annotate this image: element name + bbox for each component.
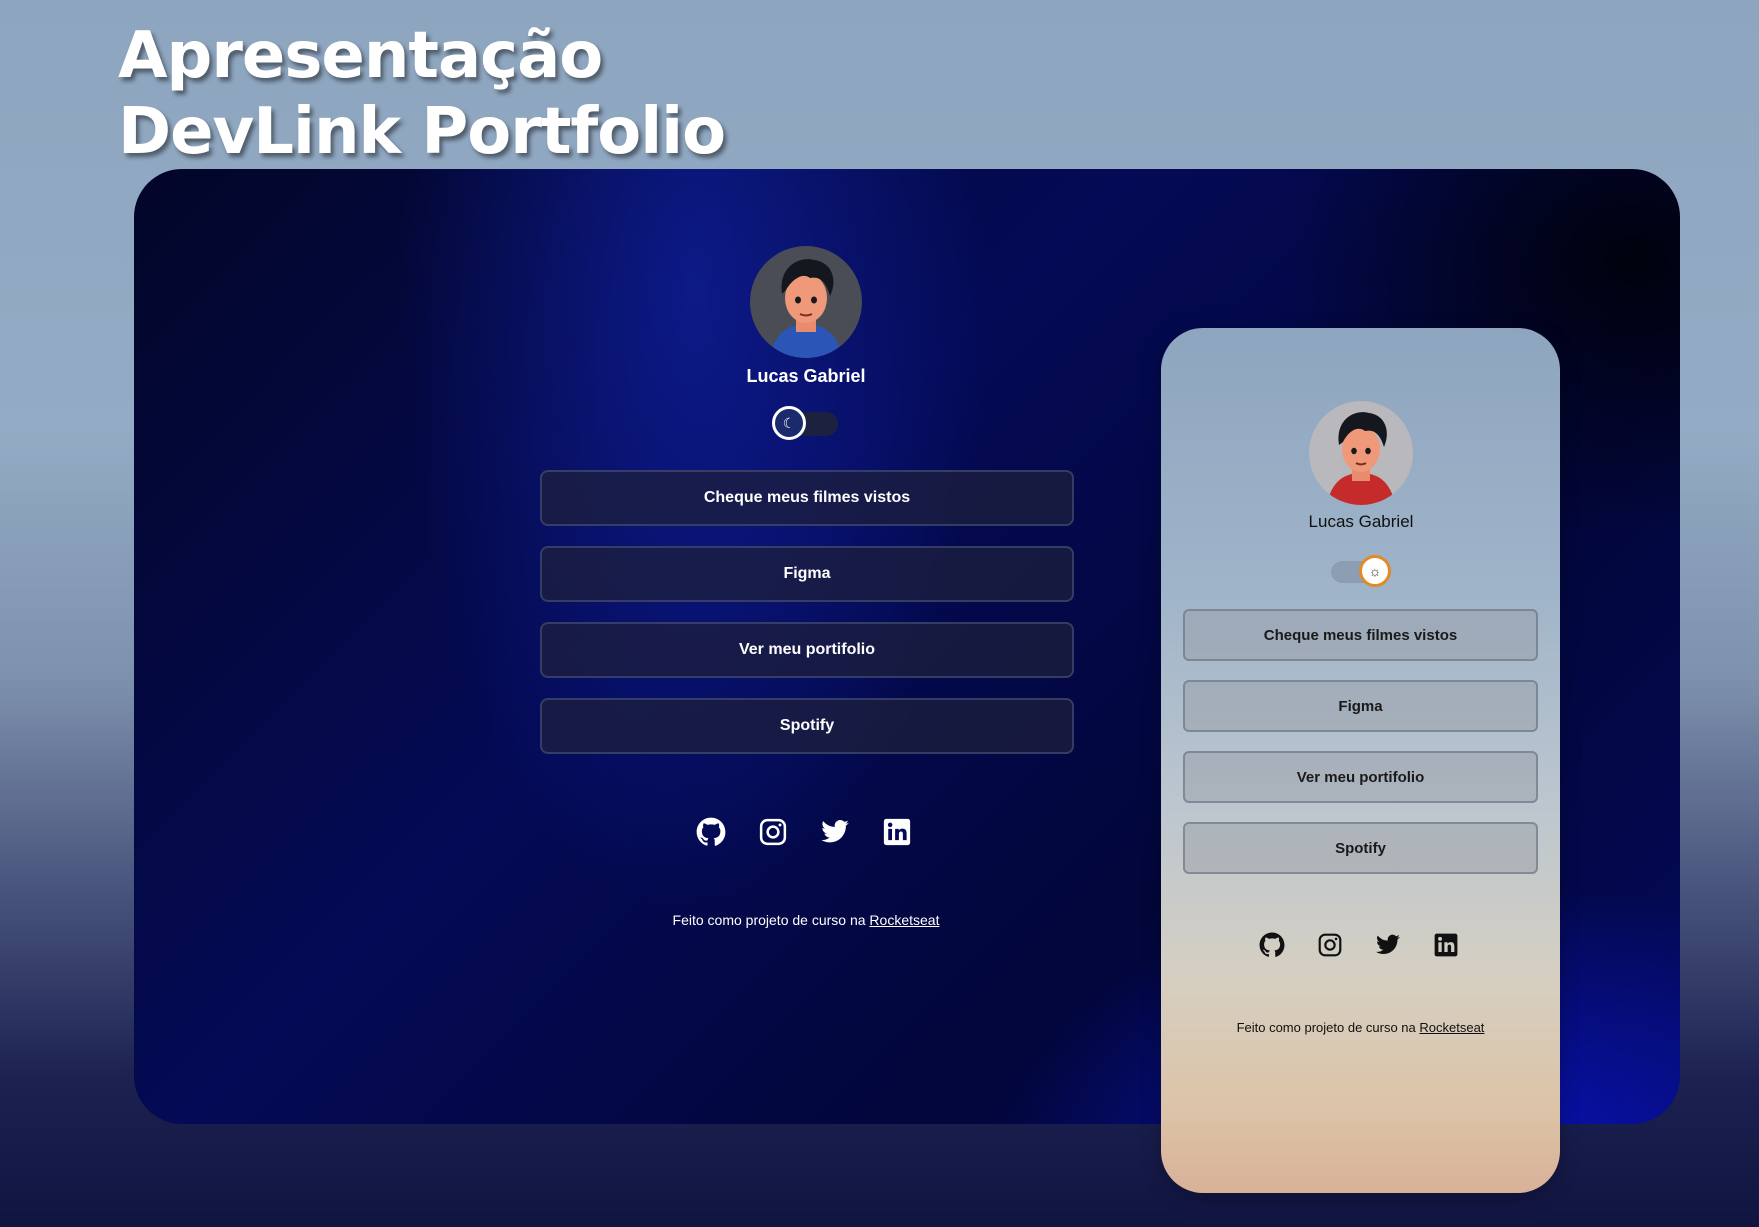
- social-links: [1259, 932, 1459, 958]
- avatar: [1309, 401, 1413, 505]
- profile-name: Lucas Gabriel: [1308, 512, 1414, 531]
- link-button-portifolio[interactable]: Ver meu portifolio: [1183, 751, 1538, 803]
- github-icon[interactable]: [1259, 932, 1285, 958]
- link-button-spotify[interactable]: Spotify: [540, 698, 1074, 754]
- link-button-spotify[interactable]: Spotify: [1183, 822, 1538, 874]
- avatar: [750, 246, 862, 358]
- link-button-filmes[interactable]: Cheque meus filmes vistos: [540, 470, 1074, 526]
- twitter-icon[interactable]: [1375, 932, 1401, 958]
- twitter-icon[interactable]: [820, 817, 850, 847]
- links-list: Cheque meus filmes vistos Figma Ver meu …: [1183, 609, 1538, 893]
- footer-text: Feito como projeto de curso na: [672, 912, 870, 928]
- social-links: [696, 817, 912, 847]
- links-list: Cheque meus filmes vistos Figma Ver meu …: [540, 470, 1074, 774]
- heading-line-1: Apresentação: [118, 19, 603, 93]
- footer: Feito como projeto de curso na Rocketsea…: [556, 912, 1056, 928]
- link-button-figma[interactable]: Figma: [1183, 680, 1538, 732]
- instagram-icon[interactable]: [1317, 932, 1343, 958]
- github-icon[interactable]: [696, 817, 726, 847]
- rocketseat-link[interactable]: Rocketseat: [869, 912, 939, 928]
- sun-icon[interactable]: ☼: [1359, 555, 1391, 587]
- link-button-filmes[interactable]: Cheque meus filmes vistos: [1183, 609, 1538, 661]
- rocketseat-link[interactable]: Rocketseat: [1419, 1020, 1484, 1035]
- link-button-portifolio[interactable]: Ver meu portifolio: [540, 622, 1074, 678]
- mobile-preview: Lucas Gabriel ☼ Cheque meus filmes visto…: [1161, 328, 1560, 1193]
- instagram-icon[interactable]: [758, 817, 788, 847]
- heading-line-2: DevLink Portfolio: [118, 95, 726, 169]
- link-button-figma[interactable]: Figma: [540, 546, 1074, 602]
- profile-name: Lucas Gabriel: [746, 366, 866, 386]
- linkedin-icon[interactable]: [882, 817, 912, 847]
- footer-text: Feito como projeto de curso na: [1236, 1020, 1420, 1035]
- moon-icon[interactable]: ☾: [772, 406, 806, 440]
- linkedin-icon[interactable]: [1433, 932, 1459, 958]
- theme-toggle[interactable]: ☼: [1331, 555, 1391, 587]
- footer: Feito como projeto de curso na Rocketsea…: [1161, 1020, 1560, 1035]
- page-heading: Apresentação DevLink Portfolio: [118, 18, 726, 170]
- theme-toggle[interactable]: ☾: [772, 406, 838, 440]
